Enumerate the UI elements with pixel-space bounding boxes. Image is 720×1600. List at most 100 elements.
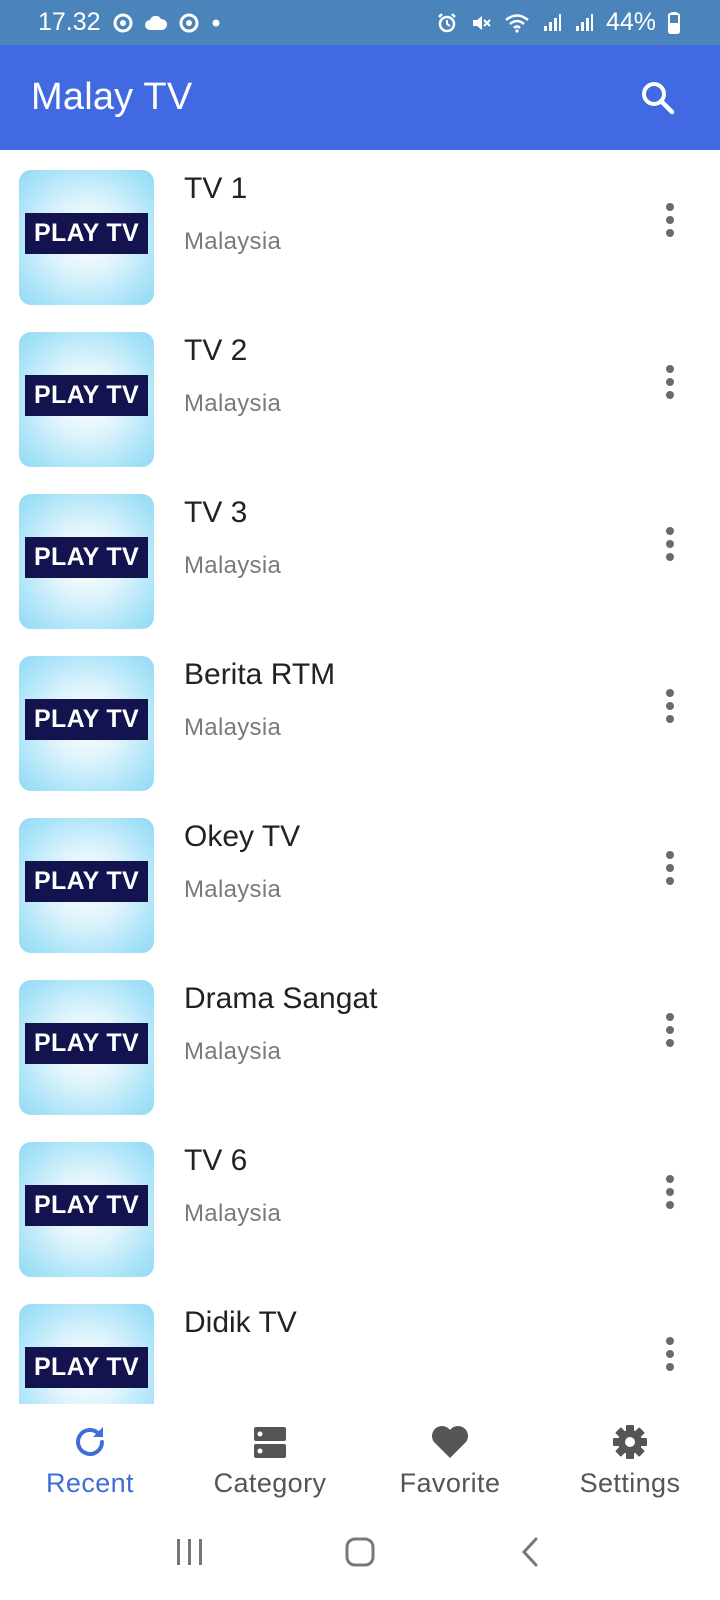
channel-name: TV 6	[184, 1144, 248, 1177]
more-options-button[interactable]	[650, 1008, 690, 1052]
channel-name: TV 3	[184, 496, 248, 529]
channel-thumbnail: PLAY TV	[19, 332, 154, 467]
signal-icon	[542, 13, 562, 33]
more-vert-icon-dot	[666, 216, 674, 224]
channel-item[interactable]: PLAY TV TV 3 Malaysia	[0, 474, 720, 639]
mute-icon	[470, 12, 492, 34]
channel-thumbnail: PLAY TV	[19, 1304, 154, 1404]
channel-item[interactable]: PLAY TV Didik TV	[0, 1284, 720, 1404]
channel-name: Okey TV	[184, 820, 301, 853]
channel-item[interactable]: PLAY TV TV 1 Malaysia	[0, 150, 720, 315]
more-vert-icon	[666, 1013, 674, 1021]
more-vert-icon-dot	[666, 877, 674, 885]
status-time: 17.32	[38, 8, 101, 36]
channel-country: Malaysia	[184, 876, 282, 903]
more-vert-icon	[666, 1337, 674, 1345]
nav-settings[interactable]: Settings	[540, 1404, 720, 1504]
more-vert-icon-dot	[666, 553, 674, 561]
alarm-icon	[436, 12, 458, 34]
nav-label: Recent	[46, 1468, 134, 1498]
more-vert-icon	[666, 689, 674, 697]
nav-label: Settings	[579, 1468, 681, 1498]
channel-list: PLAY TV TV 1 Malaysia PLAY TV TV 2 Malay…	[0, 150, 720, 1404]
more-options-button[interactable]	[650, 684, 690, 728]
more-vert-icon-dot	[666, 1188, 674, 1196]
channel-country: Malaysia	[184, 228, 282, 255]
channel-item[interactable]: PLAY TV Drama Sangat Malaysia	[0, 960, 720, 1125]
home-button[interactable]	[330, 1522, 390, 1582]
channel-country: Malaysia	[184, 1038, 282, 1065]
cloud-icon	[144, 15, 167, 31]
more-options-button[interactable]	[650, 846, 690, 890]
battery-icon	[668, 11, 680, 34]
more-vert-icon-dot	[666, 1201, 674, 1209]
status-right: 44%	[436, 8, 680, 37]
recent-apps-button[interactable]	[160, 1522, 220, 1582]
more-options-button[interactable]	[650, 1170, 690, 1214]
more-vert-icon-dot	[666, 391, 674, 399]
more-vert-icon	[666, 365, 674, 373]
channel-country: Malaysia	[184, 1200, 282, 1227]
app-bar: Malay TV	[0, 45, 720, 150]
channel-country: Malaysia	[184, 552, 282, 579]
channel-item[interactable]: PLAY TV TV 6 Malaysia	[0, 1122, 720, 1287]
battery-percent: 44%	[605, 8, 656, 36]
nav-label: Category	[213, 1468, 327, 1498]
thumbnail-label: PLAY TV	[25, 1185, 148, 1226]
channel-name: TV 2	[184, 334, 248, 367]
more-vert-icon-dot	[666, 378, 674, 386]
more-vert-icon-dot	[666, 229, 674, 237]
nav-favorite[interactable]: Favorite	[360, 1404, 540, 1504]
channel-thumbnail: PLAY TV	[19, 980, 154, 1115]
channel-item[interactable]: PLAY TV Okey TV Malaysia	[0, 798, 720, 963]
home-icon	[345, 1537, 375, 1567]
thumbnail-label: PLAY TV	[25, 1347, 148, 1388]
nav-label: Favorite	[399, 1468, 501, 1498]
more-options-button[interactable]	[650, 1332, 690, 1376]
thumbnail-label: PLAY TV	[25, 537, 148, 578]
status-left: 17.32	[38, 8, 221, 37]
more-vert-icon	[666, 1175, 674, 1183]
more-vert-icon-dot	[666, 715, 674, 723]
system-navigation-bar	[0, 1504, 720, 1600]
channel-name: Berita RTM	[184, 658, 336, 691]
recent-apps-icon	[177, 1539, 202, 1565]
channel-name: Didik TV	[184, 1306, 297, 1339]
channel-thumbnail: PLAY TV	[19, 656, 154, 791]
more-vert-icon-dot	[666, 1350, 674, 1358]
channel-item[interactable]: PLAY TV TV 2 Malaysia	[0, 312, 720, 477]
channel-name: Drama Sangat	[184, 982, 378, 1015]
more-vert-icon	[666, 527, 674, 535]
search-icon	[642, 81, 675, 114]
channel-name: TV 1	[184, 172, 248, 205]
signal-icon	[574, 13, 594, 33]
more-options-button[interactable]	[650, 360, 690, 404]
thumbnail-label: PLAY TV	[25, 861, 148, 902]
channel-country: Malaysia	[184, 714, 282, 741]
back-icon	[521, 1537, 538, 1567]
location-icon	[179, 13, 199, 33]
more-vert-icon-dot	[666, 540, 674, 548]
wifi-icon	[504, 13, 530, 33]
nav-recent[interactable]: Recent	[0, 1404, 180, 1504]
thumbnail-label: PLAY TV	[25, 699, 148, 740]
back-button[interactable]	[500, 1522, 560, 1582]
app-title: Malay TV	[31, 76, 193, 118]
thumbnail-label: PLAY TV	[25, 1023, 148, 1064]
channel-thumbnail: PLAY TV	[19, 170, 154, 305]
more-vert-icon-dot	[666, 1026, 674, 1034]
bottom-navigation: Recent Category Favorite Settings	[0, 1404, 720, 1504]
location-icon	[113, 13, 133, 33]
channel-item[interactable]: PLAY TV Berita RTM Malaysia	[0, 636, 720, 801]
more-vert-icon-dot	[666, 864, 674, 872]
channel-thumbnail: PLAY TV	[19, 1142, 154, 1277]
more-options-button[interactable]	[650, 522, 690, 566]
thumbnail-label: PLAY TV	[25, 213, 148, 254]
more-vert-icon-dot	[666, 1039, 674, 1047]
search-button[interactable]	[636, 76, 680, 120]
more-options-button[interactable]	[650, 198, 690, 242]
dot-icon	[211, 18, 221, 28]
nav-category[interactable]: Category	[180, 1404, 360, 1504]
heart-icon	[430, 1422, 470, 1462]
more-vert-icon-dot	[666, 702, 674, 710]
